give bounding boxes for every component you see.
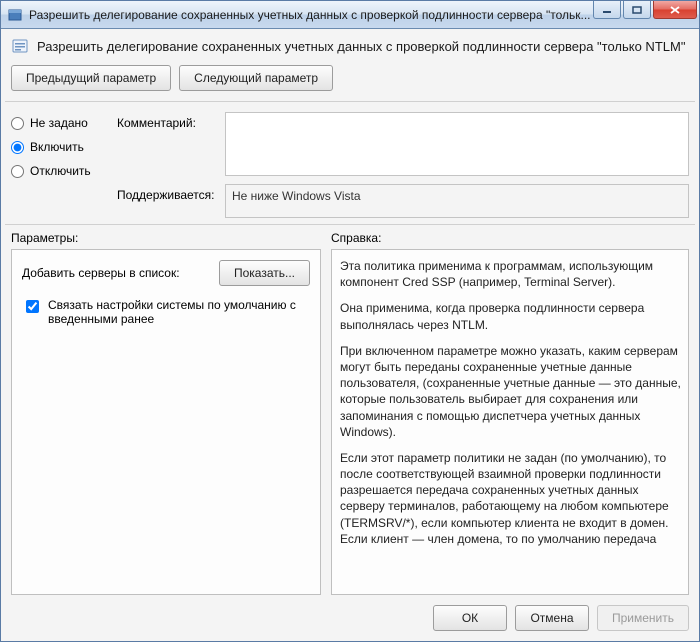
concat-defaults-checkbox[interactable]: Связать настройки системы по умолчанию с… (22, 298, 310, 326)
radio-label: Включить (30, 140, 84, 154)
dialog-footer: ОК Отмена Применить (1, 595, 699, 641)
help-panel[interactable]: Эта политика применима к программам, исп… (331, 249, 689, 595)
params-heading: Параметры: (11, 231, 331, 245)
split-body: Добавить серверы в список: Показать... С… (1, 249, 699, 595)
cancel-button[interactable]: Отмена (515, 605, 589, 631)
next-setting-button[interactable]: Следующий параметр (179, 65, 333, 91)
titlebar[interactable]: Разрешить делегирование сохраненных учет… (1, 1, 699, 29)
add-servers-row: Добавить серверы в список: Показать... (22, 260, 310, 286)
radio-label: Не задано (30, 116, 88, 130)
split-labels: Параметры: Справка: (1, 225, 699, 249)
maximize-button[interactable] (623, 1, 651, 19)
policy-header: Разрешить делегирование сохраненных учет… (1, 29, 699, 61)
fields-column: Комментарий: Поддерживается: Не ниже Win… (117, 112, 689, 218)
policy-title: Разрешить делегирование сохраненных учет… (37, 39, 685, 54)
previous-setting-button[interactable]: Предыдущий параметр (11, 65, 171, 91)
radio-disabled-input[interactable] (11, 165, 24, 178)
policy-icon (11, 37, 29, 55)
help-heading: Справка: (331, 231, 381, 245)
help-paragraph: Эта политика применима к программам, исп… (340, 258, 684, 290)
nav-buttons: Предыдущий параметр Следующий параметр (1, 61, 699, 101)
state-radio-group: Не задано Включить Отключить (11, 112, 111, 218)
help-paragraph: При включенном параметре можно указать, … (340, 343, 684, 440)
add-servers-label: Добавить серверы в список: (22, 266, 180, 280)
supported-label: Поддерживается: (117, 184, 217, 218)
config-area: Не задано Включить Отключить Комментарий… (1, 102, 699, 224)
radio-label: Отключить (30, 164, 91, 178)
comment-input[interactable] (225, 112, 689, 176)
radio-enabled[interactable]: Включить (11, 140, 111, 154)
radio-not-configured[interactable]: Не задано (11, 116, 111, 130)
ok-button[interactable]: ОК (433, 605, 507, 631)
help-paragraph: Она применима, когда проверка подлинност… (340, 300, 684, 332)
radio-not-configured-input[interactable] (11, 117, 24, 130)
show-button[interactable]: Показать... (219, 260, 310, 286)
comment-row: Комментарий: (117, 112, 689, 176)
supported-value: Не ниже Windows Vista (225, 184, 689, 218)
radio-disabled[interactable]: Отключить (11, 164, 111, 178)
concat-defaults-label: Связать настройки системы по умолчанию с… (48, 298, 310, 326)
dialog-window: Разрешить делегирование сохраненных учет… (0, 0, 700, 642)
apply-button[interactable]: Применить (597, 605, 689, 631)
radio-enabled-input[interactable] (11, 141, 24, 154)
concat-defaults-input[interactable] (26, 300, 39, 313)
app-icon (7, 7, 23, 23)
supported-row: Поддерживается: Не ниже Windows Vista (117, 184, 689, 218)
window-title: Разрешить делегирование сохраненных учет… (29, 8, 591, 22)
window-controls (591, 1, 697, 28)
content-area: Разрешить делегирование сохраненных учет… (1, 29, 699, 641)
params-panel: Добавить серверы в список: Показать... С… (11, 249, 321, 595)
minimize-button[interactable] (593, 1, 621, 19)
comment-label: Комментарий: (117, 112, 217, 176)
help-paragraph: Если этот параметр политики не задан (по… (340, 450, 684, 547)
close-button[interactable] (653, 1, 697, 19)
